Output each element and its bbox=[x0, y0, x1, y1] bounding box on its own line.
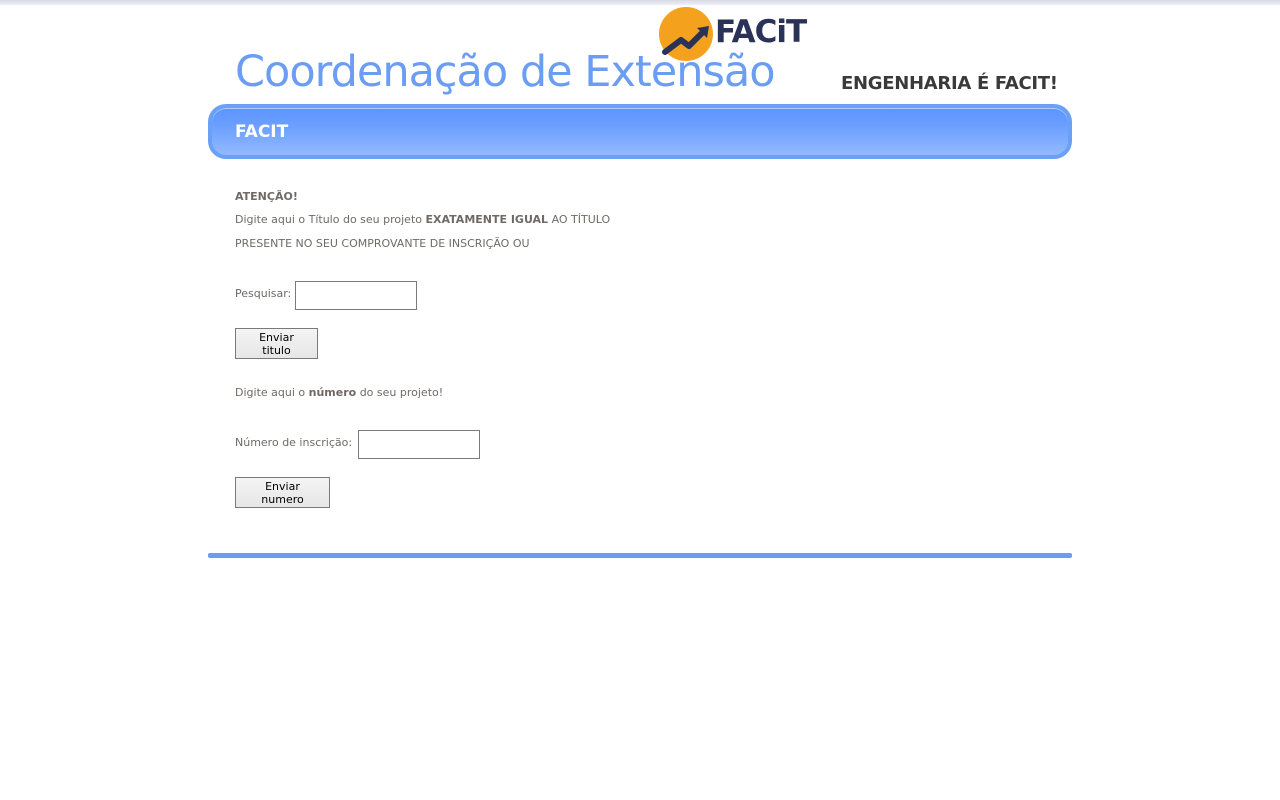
number-prompt-suffix: do seu projeto! bbox=[356, 386, 444, 399]
footer-divider bbox=[208, 553, 1072, 558]
notice-emphasis: EXATAMENTE IGUAL bbox=[425, 213, 549, 226]
search-input[interactable] bbox=[295, 281, 417, 310]
registration-number-input[interactable] bbox=[358, 430, 480, 459]
send-number-button[interactable]: Enviar numero bbox=[235, 477, 330, 508]
notice-line-1-prefix: Digite aqui o Título do seu projeto bbox=[235, 213, 426, 226]
number-prompt-prefix: Digite aqui o bbox=[235, 386, 309, 399]
number-prompt: Digite aqui o número do seu projeto! bbox=[235, 385, 443, 401]
banner-title: FACIT bbox=[235, 122, 289, 142]
notice-line-2: PRESENTE NO SEU COMPROVANTE DE INSCRIÇÃO… bbox=[235, 237, 530, 250]
page-title: Coordenação de Extensão bbox=[235, 47, 776, 97]
notice-line-1-suffix: AO TÍTULO bbox=[548, 213, 611, 226]
top-strip bbox=[0, 0, 1280, 5]
tagline: ENGENHARIA É FACIT! bbox=[841, 73, 1058, 94]
notice-line-1: Digite aqui o Título do seu projeto EXAT… bbox=[235, 212, 610, 228]
header-banner: FACIT bbox=[208, 104, 1072, 159]
notice-heading: ATENÇÃO! bbox=[235, 190, 298, 203]
number-prompt-emphasis: número bbox=[308, 386, 357, 399]
send-title-button[interactable]: Enviar titulo bbox=[235, 328, 318, 359]
search-label: Pesquisar: bbox=[235, 287, 292, 300]
registration-number-label: Número de inscrição: bbox=[235, 436, 353, 449]
